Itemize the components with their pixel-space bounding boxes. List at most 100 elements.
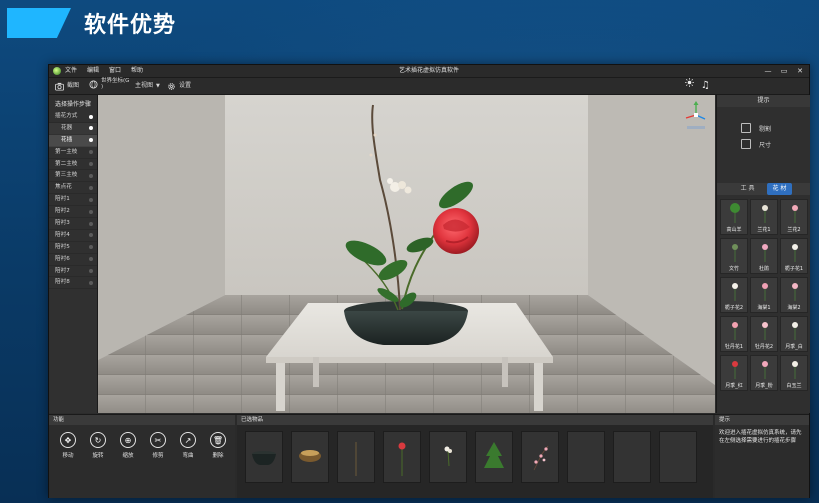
step-item[interactable]: 插花方式 bbox=[49, 111, 97, 123]
size-option[interactable]: 尺寸 bbox=[741, 139, 771, 149]
selected-slot-empty[interactable] bbox=[567, 431, 605, 483]
step-item[interactable]: 焦点花 bbox=[49, 182, 97, 195]
minimize-button[interactable]: — bbox=[763, 65, 773, 77]
step-item-label: 陪衬6 bbox=[55, 255, 70, 262]
close-button[interactable]: ✕ bbox=[795, 65, 805, 77]
flower-item[interactable]: 牡丹花1 bbox=[720, 316, 748, 352]
flower-item-label: 白玉兰 bbox=[786, 383, 802, 389]
zoom-icon: ⊕ bbox=[120, 432, 136, 448]
selected-slot-stem[interactable] bbox=[337, 431, 375, 483]
status-dot-icon bbox=[89, 197, 93, 202]
selected-slot-red-flower[interactable] bbox=[383, 431, 421, 483]
settings-button[interactable]: 设置 bbox=[167, 78, 191, 94]
step-item[interactable]: 花插 bbox=[49, 134, 97, 147]
sun-icon bbox=[685, 78, 694, 87]
flower-item[interactable]: 月季_粉 bbox=[750, 355, 778, 391]
flower-item-label: 兰花2 bbox=[787, 227, 801, 233]
flower-item-label: 海棠2 bbox=[787, 305, 801, 311]
flower-thumbnail-icon bbox=[792, 205, 798, 223]
scissors-tool-button[interactable]: ✂ 修剪 bbox=[147, 432, 169, 459]
flower-item[interactable]: 月季_红 bbox=[720, 355, 748, 391]
lighting-button[interactable] bbox=[685, 78, 694, 87]
status-dot-icon bbox=[89, 233, 93, 238]
status-dot-icon bbox=[89, 162, 93, 167]
selected-slot-frog[interactable] bbox=[291, 431, 329, 483]
flower-item[interactable]: 月季_白 bbox=[780, 316, 808, 352]
status-dot-icon bbox=[89, 114, 93, 119]
bend-tool-button[interactable]: ↗ 弯曲 bbox=[177, 432, 199, 459]
step-item-label: 陪衬8 bbox=[55, 279, 70, 286]
status-dot-icon bbox=[89, 209, 93, 214]
status-dot-icon bbox=[89, 150, 93, 155]
axis-gizmo-icon[interactable] bbox=[683, 101, 709, 131]
step-item[interactable]: 陪衬5 bbox=[49, 242, 97, 254]
flower-item-label: 栀子花2 bbox=[724, 305, 744, 311]
music-button[interactable]: ♫ bbox=[701, 78, 710, 94]
step-item-label: 焦点花 bbox=[55, 184, 72, 191]
step-item[interactable]: 第三主枝 bbox=[49, 170, 97, 183]
status-dot-icon bbox=[89, 269, 93, 274]
frog-thumbnail bbox=[299, 450, 321, 462]
3d-viewport[interactable] bbox=[98, 95, 715, 413]
flower-item-label: 高山羊 bbox=[726, 227, 742, 233]
step-item[interactable]: 陪衬3 bbox=[49, 218, 97, 230]
flower-item[interactable]: 兰花2 bbox=[780, 199, 808, 235]
scissors-icon: ✂ bbox=[150, 432, 166, 448]
rotate-tool-button[interactable]: ↻ 旋转 bbox=[87, 432, 109, 459]
tab-flowers[interactable]: 花 材 bbox=[766, 183, 793, 195]
flower-item[interactable]: 兰花1 bbox=[750, 199, 778, 235]
selected-slot-empty[interactable] bbox=[659, 431, 697, 483]
step-panel: 选择操作步骤 插花方式 花器 花插 第一主枝 第二主枝 第三主枝 焦点花 陪衬1 陪衬2 陪衬3 陪… bbox=[49, 95, 98, 413]
step-item[interactable]: 第二主枝 bbox=[49, 159, 97, 171]
status-dot-icon bbox=[89, 280, 93, 285]
flower-grid: 高山羊 兰花1 兰花2 文竹 杜鹃 栀子花1 栀子花2 海棠1 海棠2 牡丹花1 牡丹花2 月季_白月… bbox=[720, 199, 808, 391]
step-item[interactable]: 第一主枝 bbox=[49, 147, 97, 159]
slide-title-bar: 软件优势 bbox=[0, 0, 819, 46]
step-item[interactable]: 陪衬6 bbox=[49, 254, 97, 266]
view-label: 主视图 bbox=[135, 82, 154, 89]
coordinate-toggle[interactable]: 世界坐标(G ) bbox=[89, 78, 129, 90]
maximize-button[interactable]: ▭ bbox=[779, 65, 789, 77]
flower-item[interactable]: 文竹 bbox=[720, 238, 748, 274]
flower-thumbnail-icon bbox=[792, 361, 798, 379]
selected-slot-pink-blossom[interactable] bbox=[521, 431, 559, 483]
flower-thumbnail-icon bbox=[730, 203, 740, 223]
selected-slot-empty[interactable] bbox=[613, 431, 651, 483]
step-item[interactable]: 陪衬7 bbox=[49, 266, 97, 278]
hint-header: 提示 bbox=[715, 415, 809, 425]
bottom-panel: 功能 已选物品 提示 ✥ 移动 ↻ 旋转 ⊕ 缩放 ✂ 修剪 ↗ 弯曲 🗑 删除 bbox=[49, 414, 809, 498]
status-dot-icon bbox=[89, 221, 93, 226]
selected-slot-white-flower[interactable] bbox=[429, 431, 467, 483]
screenshot-button[interactable]: 截图 bbox=[55, 78, 79, 94]
flower-item[interactable]: 牡丹花2 bbox=[750, 316, 778, 352]
step-item-label: 陪衬7 bbox=[55, 267, 70, 274]
tool-label: 移动 bbox=[62, 453, 74, 459]
step-item[interactable]: 陪衬8 bbox=[49, 277, 97, 290]
tab-tools[interactable]: 工 具 bbox=[735, 183, 761, 195]
rotate-icon: ↻ bbox=[90, 432, 106, 448]
flower-item[interactable]: 栀子花2 bbox=[720, 277, 748, 313]
selected-slot-pot[interactable] bbox=[245, 431, 283, 483]
flower-item[interactable]: 海棠1 bbox=[750, 277, 778, 313]
flower-thumbnail-icon bbox=[762, 283, 768, 301]
step-item[interactable]: 陪衬2 bbox=[49, 206, 97, 219]
selected-slot-leaf[interactable] bbox=[475, 431, 513, 483]
step-item[interactable]: 花器 bbox=[49, 122, 97, 135]
flower-item[interactable]: 栀子花1 bbox=[780, 238, 808, 274]
move-tool-button[interactable]: ✥ 移动 bbox=[57, 432, 79, 459]
step-item[interactable]: 陪衬1 bbox=[49, 194, 97, 207]
cut-option[interactable]: 剔割 bbox=[741, 123, 771, 133]
delete-tool-button[interactable]: 🗑 删除 bbox=[207, 432, 229, 459]
step-item-label: 第三主枝 bbox=[55, 172, 78, 179]
flower-item[interactable]: 海棠2 bbox=[780, 277, 808, 313]
step-item[interactable]: 陪衬4 bbox=[49, 230, 97, 242]
view-dropdown[interactable]: 主视图 ▼ bbox=[135, 78, 160, 94]
flower-item[interactable]: 白玉兰 bbox=[780, 355, 808, 391]
bend-icon: ↗ bbox=[180, 432, 196, 448]
flower-item[interactable]: 高山羊 bbox=[720, 199, 748, 235]
step-panel-header: 选择操作步骤 bbox=[55, 101, 92, 108]
zoom-tool-button[interactable]: ⊕ 缩放 bbox=[117, 432, 139, 459]
chevron-down-icon: ▼ bbox=[156, 83, 160, 89]
flower-item[interactable]: 杜鹃 bbox=[750, 238, 778, 274]
flower-thumbnail-icon bbox=[732, 244, 738, 262]
